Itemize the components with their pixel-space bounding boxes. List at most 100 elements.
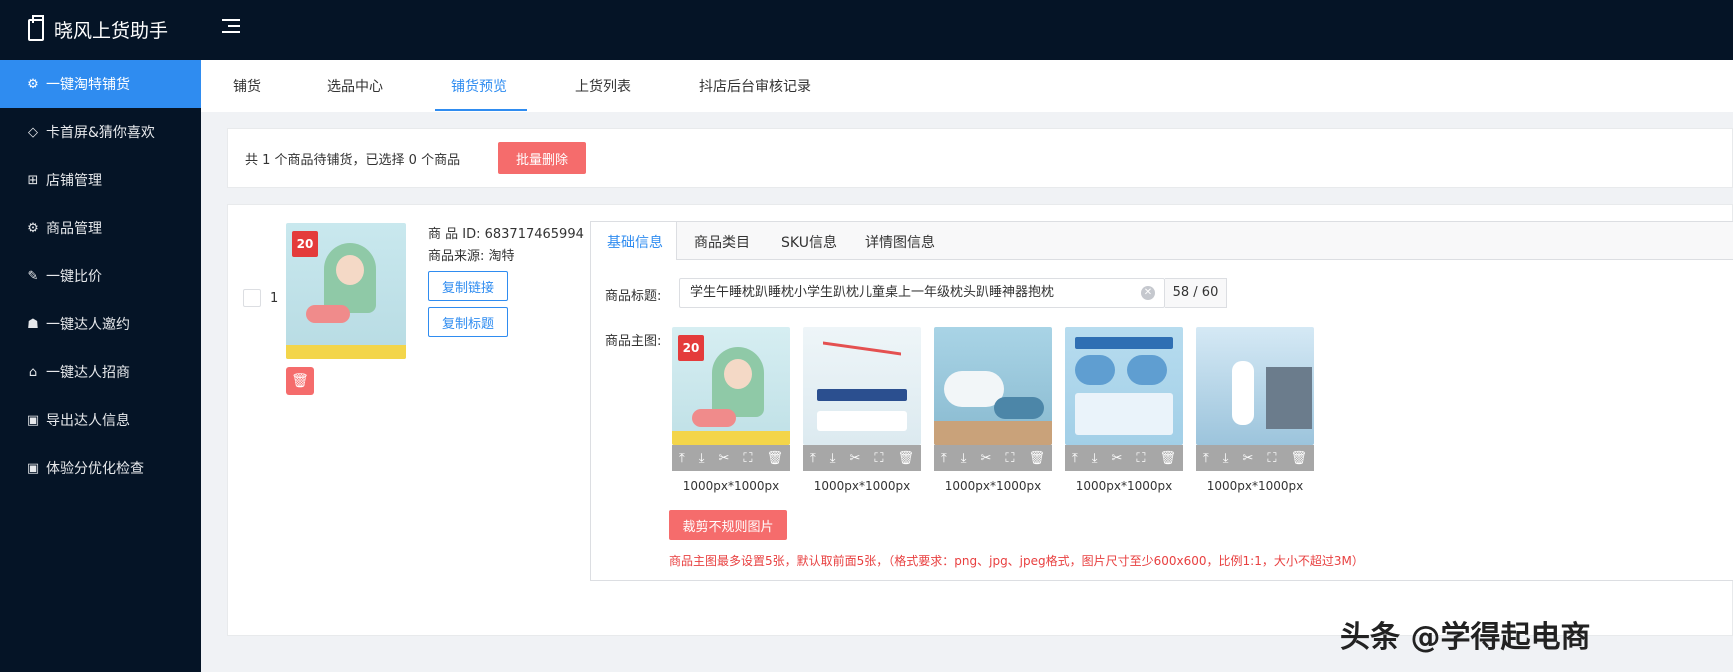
product-panel: 1 20 🗑 商 品 ID: 683717465994 商品来源: 淘特 复制链… — [227, 204, 1733, 636]
main-image-card: ⤒ ⤓ ✂ ⛶ 🗑 1000px*1000px — [803, 327, 921, 493]
main-image[interactable]: 20 — [672, 327, 790, 445]
main-image-card: ⤒ ⤓ ✂ ⛶ 🗑 1000px*1000px — [934, 327, 1052, 493]
sidebar-item-experience-check[interactable]: ▣ 体验分优化检查 — [0, 444, 201, 492]
trash-icon[interactable]: 🗑 — [766, 451, 783, 466]
image-toolbar: ⤒ ⤓ ✂ ⛶ 🗑 — [1065, 445, 1183, 471]
trash-icon[interactable]: 🗑 — [1028, 451, 1045, 466]
crop-irregular-images-button[interactable]: 裁剪不规则图片 — [669, 510, 787, 540]
books-stack — [1266, 367, 1312, 429]
trash-icon[interactable]: 🗑 — [897, 451, 914, 466]
gear-icon: ⚙ — [27, 76, 39, 92]
pillow-shape — [1127, 355, 1167, 385]
image-size: 1000px*1000px — [1075, 479, 1173, 493]
selection-summary: 共 1 个商品待铺货，已选择 0 个商品 — [245, 153, 461, 168]
sidebar-item-influencer-recruit[interactable]: ⌂ 一键达人招商 — [0, 348, 201, 396]
product-id: 商 品 ID: 683717465994 — [428, 227, 584, 242]
promo-badge: 20 — [292, 231, 318, 257]
tool-icon: ✎ — [27, 268, 39, 284]
image-toolbar: ⤒ ⤓ ✂ ⛶ 🗑 — [1196, 445, 1314, 471]
download-icon[interactable]: ⤓ — [1223, 451, 1229, 466]
product-detail-card: 基础信息 商品类目 SKU信息 详情图信息 商品标题: 学生午睡枕趴睡枕小学生趴… — [590, 221, 1733, 581]
upload-icon[interactable]: ⤒ — [1072, 451, 1078, 466]
gear-icon: ⚙ — [27, 220, 39, 236]
pillow-shape — [306, 305, 350, 323]
sidebar-item-influencer-invite[interactable]: ☗ 一键达人邀约 — [0, 300, 201, 348]
pillow-shape — [1075, 355, 1115, 385]
active-tab-indicator — [435, 109, 527, 111]
crop-icon[interactable]: ⛶ — [1267, 451, 1276, 466]
tab-sku[interactable]: SKU信息 — [781, 232, 837, 252]
upload-icon[interactable]: ⤒ — [810, 451, 816, 466]
tab-category[interactable]: 商品类目 — [694, 232, 750, 252]
upload-icon[interactable]: ⤒ — [941, 451, 947, 466]
top-tabs: 铺货 选品中心 铺货预览 上货列表 抖店后台审核记录 — [201, 60, 1733, 112]
scissors-icon[interactable]: ✂ — [980, 451, 991, 466]
kid-face — [336, 255, 364, 285]
copy-title-button[interactable]: 复制标题 — [428, 307, 508, 337]
product-title-input[interactable]: 学生午睡枕趴睡枕小学生趴枕儿童桌上一年级枕头趴睡神器抱枕 — [679, 278, 1165, 308]
main-image[interactable] — [934, 327, 1052, 445]
upload-icon[interactable]: ⤒ — [1203, 451, 1209, 466]
scissors-icon[interactable]: ✂ — [1242, 451, 1253, 466]
scissors-icon[interactable]: ✂ — [718, 451, 729, 466]
sidebar-item-taote-publish[interactable]: ⚙ 一键淘特铺货 — [0, 60, 201, 108]
image-size: 1000px*1000px — [813, 479, 911, 493]
main-image[interactable] — [1196, 327, 1314, 445]
sidebar: ⚙ 一键淘特铺货 ◇ 卡首屏&猜你喜欢 ⊞ 店铺管理 ⚙ 商品管理 ✎ 一键比价… — [0, 60, 201, 672]
batch-delete-button[interactable]: 批量删除 — [498, 142, 586, 174]
tab-basic-info[interactable]: 基础信息 — [607, 232, 663, 252]
crop-icon[interactable]: ⛶ — [1005, 451, 1014, 466]
blue-banner — [1075, 337, 1173, 349]
store-icon: ⌂ — [28, 364, 38, 380]
clipboard-icon — [28, 14, 44, 41]
main-image[interactable] — [803, 327, 921, 445]
desk-shape — [934, 421, 1052, 445]
scissors-icon[interactable]: ✂ — [1111, 451, 1122, 466]
tab-upload-list[interactable]: 上货列表 — [575, 76, 631, 96]
image-requirements-hint: 商品主图最多设置5张，默认取前面5张，（格式要求：png、jpg、jpeg格式，… — [669, 554, 1364, 568]
sidebar-item-price-compare[interactable]: ✎ 一键比价 — [0, 252, 201, 300]
image-toolbar: ⤒ ⤓ ✂ ⛶ 🗑 — [934, 445, 1052, 471]
rank-arrow-graphic — [823, 341, 901, 389]
sidebar-item-first-screen[interactable]: ◇ 卡首屏&猜你喜欢 — [0, 108, 201, 156]
image-toolbar: ⤒ ⤓ ✂ ⛶ 🗑 — [672, 445, 790, 471]
crop-icon[interactable]: ⛶ — [874, 451, 883, 466]
trash-icon[interactable]: 🗑 — [1290, 451, 1307, 466]
download-icon[interactable]: ⤓ — [1092, 451, 1098, 466]
sidebar-item-shop-management[interactable]: ⊞ 店铺管理 — [0, 156, 201, 204]
main-image-card: 20 ⤒ ⤓ ✂ ⛶ 🗑 1000px*1000px — [672, 327, 790, 493]
product-checkbox[interactable] — [243, 289, 261, 307]
export-icon: ▣ — [26, 412, 40, 428]
tab-audit-records[interactable]: 抖店后台审核记录 — [699, 76, 811, 96]
feature-row — [817, 411, 907, 431]
tab-publish-preview[interactable]: 铺货预览 — [451, 76, 507, 96]
tab-publish[interactable]: 铺货 — [233, 76, 261, 96]
sidebar-item-export-influencer[interactable]: ▣ 导出达人信息 — [0, 396, 201, 444]
download-icon[interactable]: ⤓ — [830, 451, 836, 466]
top-bar: 晓风上货助手 — [0, 0, 1733, 60]
upload-icon[interactable]: ⤒ — [679, 451, 685, 466]
promo-strip — [286, 345, 406, 359]
tab-selection-center[interactable]: 选品中心 — [327, 76, 383, 96]
crop-icon[interactable]: ⛶ — [743, 451, 752, 466]
trash-icon[interactable]: 🗑 — [1159, 451, 1176, 466]
sidebar-item-product-management[interactable]: ⚙ 商品管理 — [0, 204, 201, 252]
crop-icon[interactable]: ⛶ — [1136, 451, 1145, 466]
comparison-table — [1075, 393, 1173, 435]
clear-icon[interactable]: ✕ — [1141, 286, 1155, 300]
toolbar-panel: 共 1 个商品待铺货，已选择 0 个商品 批量删除 — [227, 128, 1733, 188]
copy-link-button[interactable]: 复制链接 — [428, 271, 508, 301]
delete-product-icon[interactable]: 🗑 — [286, 367, 314, 395]
scissors-icon[interactable]: ✂ — [849, 451, 860, 466]
download-icon[interactable]: ⤓ — [961, 451, 967, 466]
row-index: 1 — [270, 291, 279, 306]
download-icon[interactable]: ⤓ — [699, 451, 705, 466]
main-image[interactable] — [1065, 327, 1183, 445]
image-size: 1000px*1000px — [944, 479, 1042, 493]
kid-face — [724, 359, 752, 389]
image-size: 1000px*1000px — [1206, 479, 1304, 493]
grid-icon: ⊞ — [27, 172, 39, 188]
tab-detail-images[interactable]: 详情图信息 — [865, 232, 935, 252]
menu-toggle-icon[interactable] — [222, 19, 240, 35]
student-figure — [1232, 361, 1254, 425]
